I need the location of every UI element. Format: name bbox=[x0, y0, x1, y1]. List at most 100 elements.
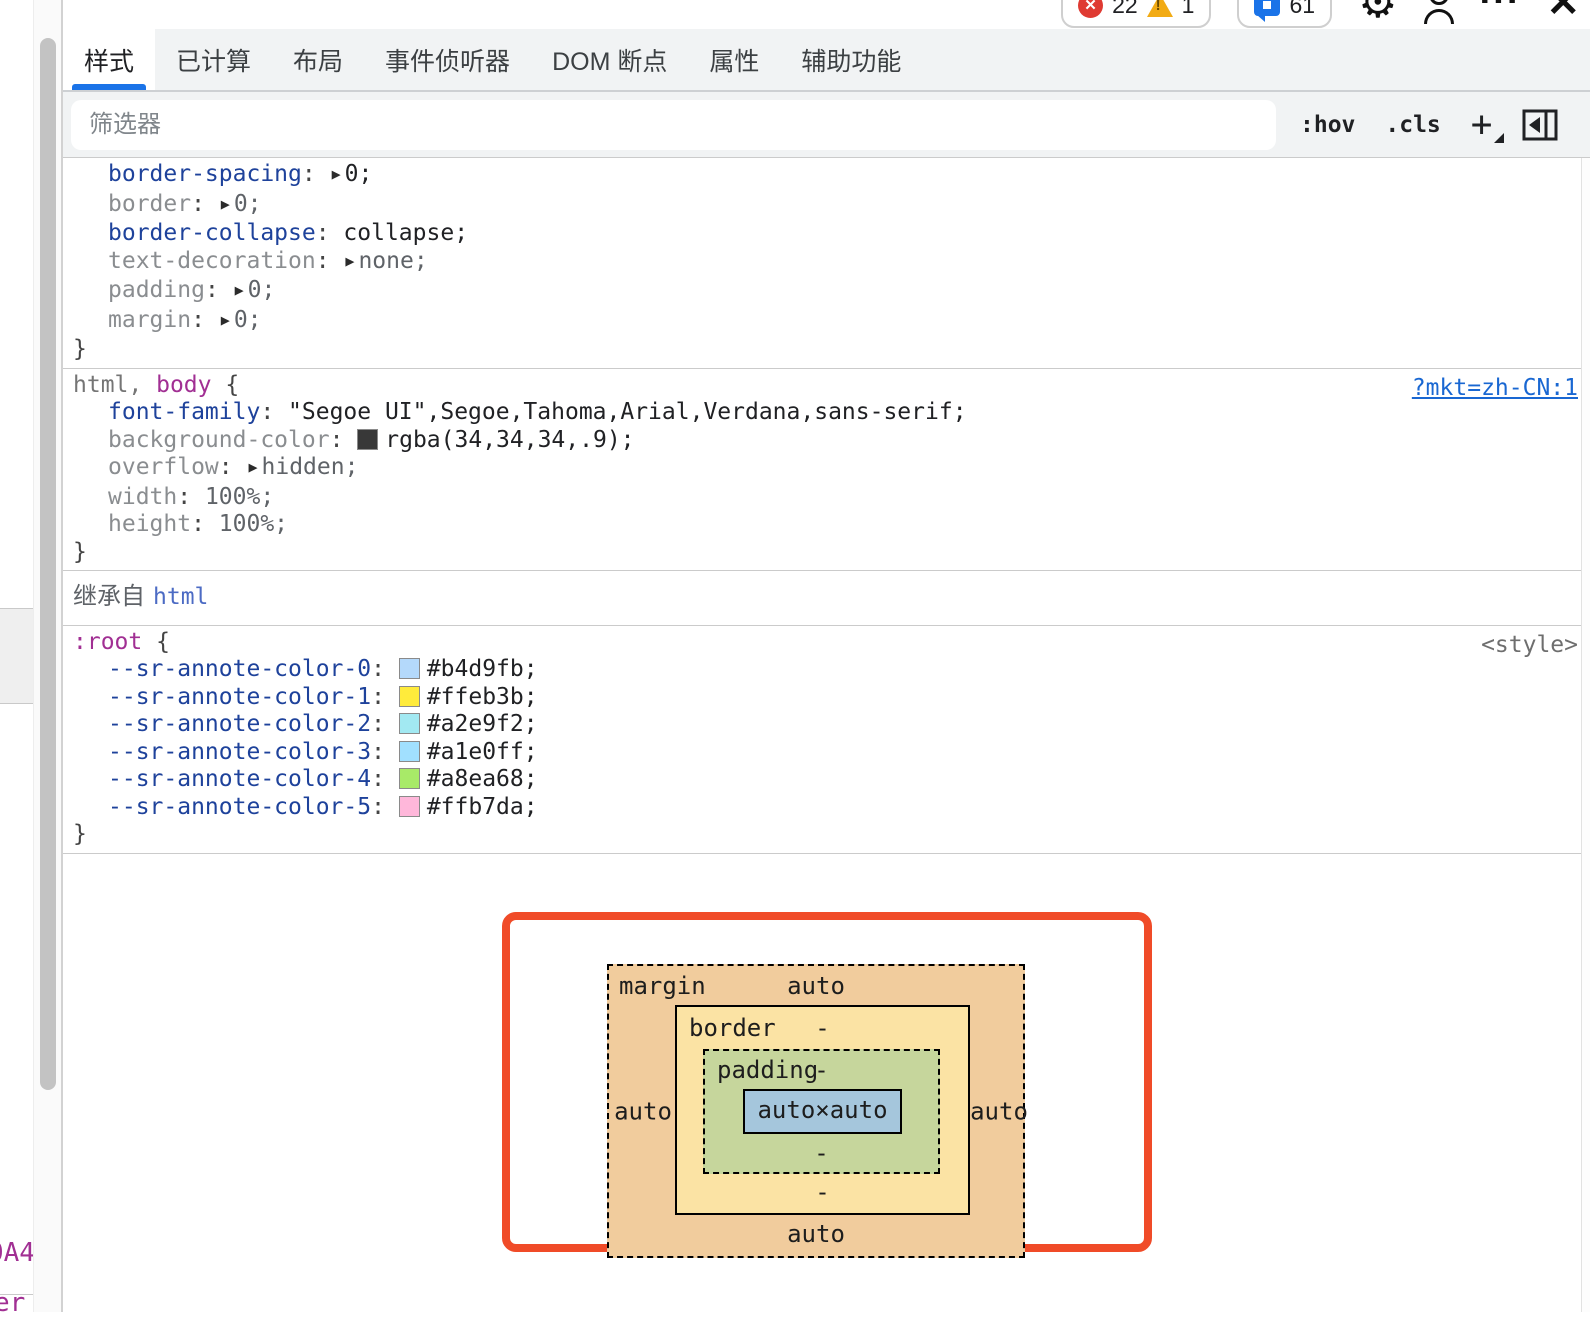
color-swatch[interactable] bbox=[399, 686, 420, 707]
close-devtools-icon[interactable]: ✕ bbox=[1546, 0, 1580, 23]
property-value[interactable]: #ffeb3b; bbox=[427, 684, 538, 710]
property-value[interactable]: 100%; bbox=[205, 484, 274, 510]
property-value[interactable]: #a8ea68; bbox=[427, 766, 538, 792]
expand-arrow-icon[interactable]: ▶ bbox=[246, 454, 261, 482]
property-value[interactable]: 100%; bbox=[219, 511, 288, 537]
user-account-icon[interactable] bbox=[1424, 0, 1454, 25]
expand-arrow-icon[interactable]: ▶ bbox=[343, 248, 358, 276]
stylesheet-source-label: <style> bbox=[1481, 632, 1578, 660]
expand-arrow-icon[interactable]: ▶ bbox=[219, 307, 234, 335]
expand-arrow-icon[interactable]: ▶ bbox=[330, 161, 345, 189]
box-model-content[interactable]: auto×auto bbox=[743, 1089, 902, 1134]
property-name[interactable]: border-spacing bbox=[108, 161, 302, 187]
color-swatch[interactable] bbox=[399, 796, 420, 817]
tab-event-listeners[interactable]: 事件侦听器 bbox=[364, 29, 531, 90]
tab-properties[interactable]: 属性 bbox=[688, 29, 780, 90]
margin-top-value[interactable]: auto bbox=[787, 973, 845, 1001]
property-name[interactable]: text-decoration bbox=[108, 248, 316, 274]
property-value[interactable]: none; bbox=[358, 248, 427, 274]
property-name[interactable]: --sr-annote-color-5 bbox=[108, 794, 371, 820]
property-value[interactable]: 0; bbox=[234, 191, 262, 217]
property-name[interactable]: margin bbox=[108, 307, 191, 333]
property-name[interactable]: background-color bbox=[108, 427, 330, 453]
property-value[interactable]: 0; bbox=[248, 277, 276, 303]
tab-layout[interactable]: 布局 bbox=[272, 29, 364, 90]
box-model-margin[interactable]: margin auto auto auto auto - - - - borde… bbox=[607, 964, 1025, 1258]
property-value[interactable]: #b4d9fb; bbox=[427, 656, 538, 682]
style-filter-input[interactable] bbox=[71, 100, 1276, 150]
issues-badge[interactable]: ✕ 22 ! 1 bbox=[1061, 0, 1211, 28]
warning-count: 1 bbox=[1182, 0, 1195, 19]
elements-scrollbar[interactable] bbox=[33, 0, 61, 1312]
property-value[interactable]: #a1e0ff; bbox=[427, 739, 538, 765]
margin-bottom-value[interactable]: auto bbox=[787, 1221, 845, 1249]
expand-arrow-icon[interactable]: ▶ bbox=[219, 191, 234, 219]
color-swatch[interactable] bbox=[357, 429, 378, 450]
warning-icon: ! bbox=[1147, 0, 1173, 17]
rule-selector[interactable]: html, body { bbox=[73, 372, 1580, 400]
property-value[interactable]: rgba(34,34,34,.9); bbox=[385, 427, 634, 453]
settings-gear-icon[interactable]: ⚙ bbox=[1358, 0, 1397, 25]
padding-bottom-value[interactable]: - bbox=[814, 1140, 828, 1168]
property-name[interactable]: --sr-annote-color-2 bbox=[108, 711, 371, 737]
message-count: 61 bbox=[1289, 0, 1315, 19]
class-toggle[interactable]: .cls bbox=[1385, 112, 1440, 138]
color-swatch[interactable] bbox=[399, 741, 420, 762]
devtools-toolbar-strip: ✕ 22 ! 1 61 ⚙ ··· ✕ bbox=[63, 0, 1590, 29]
error-icon: ✕ bbox=[1078, 0, 1103, 18]
closing-brace: } bbox=[73, 539, 87, 565]
color-swatch[interactable] bbox=[399, 768, 420, 789]
property-name[interactable]: --sr-annote-color-1 bbox=[108, 684, 371, 710]
scrollbar-thumb[interactable] bbox=[40, 38, 56, 1090]
property-value[interactable]: hidden; bbox=[262, 454, 359, 480]
styles-scrollbar-track[interactable] bbox=[1581, 158, 1590, 1312]
box-model-padding[interactable]: padding - - auto×auto bbox=[703, 1049, 940, 1174]
elements-text-fragment: er bbox=[0, 1288, 25, 1312]
property-value[interactable]: 0; bbox=[345, 161, 373, 187]
tab-computed[interactable]: 已计算 bbox=[155, 29, 272, 90]
property-name[interactable]: --sr-annote-color-4 bbox=[108, 766, 371, 792]
property-name[interactable]: padding bbox=[108, 277, 205, 303]
elements-divider bbox=[0, 1294, 33, 1295]
new-style-rule-button[interactable]: + bbox=[1471, 104, 1493, 145]
property-value[interactable]: "Segoe UI",Segoe,Tahoma,Arial,Verdana,sa… bbox=[288, 399, 967, 425]
property-value[interactable]: collapse; bbox=[343, 220, 468, 246]
property-value[interactable]: #ffb7da; bbox=[427, 794, 538, 820]
border-bottom-value[interactable]: - bbox=[815, 1179, 829, 1207]
tab-styles[interactable]: 样式 bbox=[63, 29, 155, 90]
property-name[interactable]: border bbox=[108, 191, 191, 217]
tab-accessibility[interactable]: 辅助功能 bbox=[780, 29, 922, 90]
stylesheet-source-link[interactable]: ?mkt=zh-CN:1 bbox=[1412, 375, 1578, 403]
property-value[interactable]: #a2e9f2; bbox=[427, 711, 538, 737]
elements-selected-row[interactable] bbox=[0, 608, 33, 704]
property-name[interactable]: border-collapse bbox=[108, 220, 316, 246]
color-swatch[interactable] bbox=[399, 713, 420, 734]
property-name[interactable]: --sr-annote-color-0 bbox=[108, 656, 371, 682]
tab-dom-breakpoints[interactable]: DOM 断点 bbox=[531, 29, 688, 90]
css-rule-section[interactable]: border-spacing: ▶0; border: ▶0; border-c… bbox=[63, 158, 1590, 369]
pseudo-state-toggle[interactable]: :hov bbox=[1300, 112, 1355, 138]
messages-badge[interactable]: 61 bbox=[1237, 0, 1332, 28]
computed-sidebar-toggle-icon[interactable] bbox=[1522, 109, 1558, 141]
property-name[interactable]: font-family bbox=[108, 399, 260, 425]
property-value[interactable]: 0; bbox=[234, 307, 262, 333]
property-name[interactable]: height bbox=[108, 511, 191, 537]
padding-label: padding bbox=[717, 1057, 818, 1085]
more-options-icon[interactable]: ··· bbox=[1480, 0, 1521, 20]
css-rule-section[interactable]: ?mkt=zh-CN:1 html, body { font-family: "… bbox=[63, 369, 1590, 572]
rule-selector[interactable]: :root { bbox=[73, 629, 1580, 657]
padding-top-value[interactable]: - bbox=[814, 1057, 828, 1085]
box-model-border[interactable]: border - - padding - - auto×auto bbox=[675, 1005, 970, 1215]
elements-text-fragment: 0A4 bbox=[0, 1238, 33, 1268]
border-top-value[interactable]: - bbox=[815, 1015, 829, 1043]
margin-left-value[interactable]: auto bbox=[614, 1098, 672, 1126]
css-rule-section[interactable]: <style> :root { --sr-annote-color-0: #b4… bbox=[63, 626, 1590, 854]
margin-right-value[interactable]: auto bbox=[970, 1098, 1028, 1126]
inherited-node-link[interactable]: html bbox=[153, 584, 208, 610]
property-name[interactable]: width bbox=[108, 484, 177, 510]
property-name[interactable]: overflow bbox=[108, 454, 219, 480]
color-swatch[interactable] bbox=[399, 658, 420, 679]
expand-arrow-icon[interactable]: ▶ bbox=[233, 277, 248, 305]
content-size-value[interactable]: auto×auto bbox=[757, 1097, 887, 1125]
property-name[interactable]: --sr-annote-color-3 bbox=[108, 739, 371, 765]
